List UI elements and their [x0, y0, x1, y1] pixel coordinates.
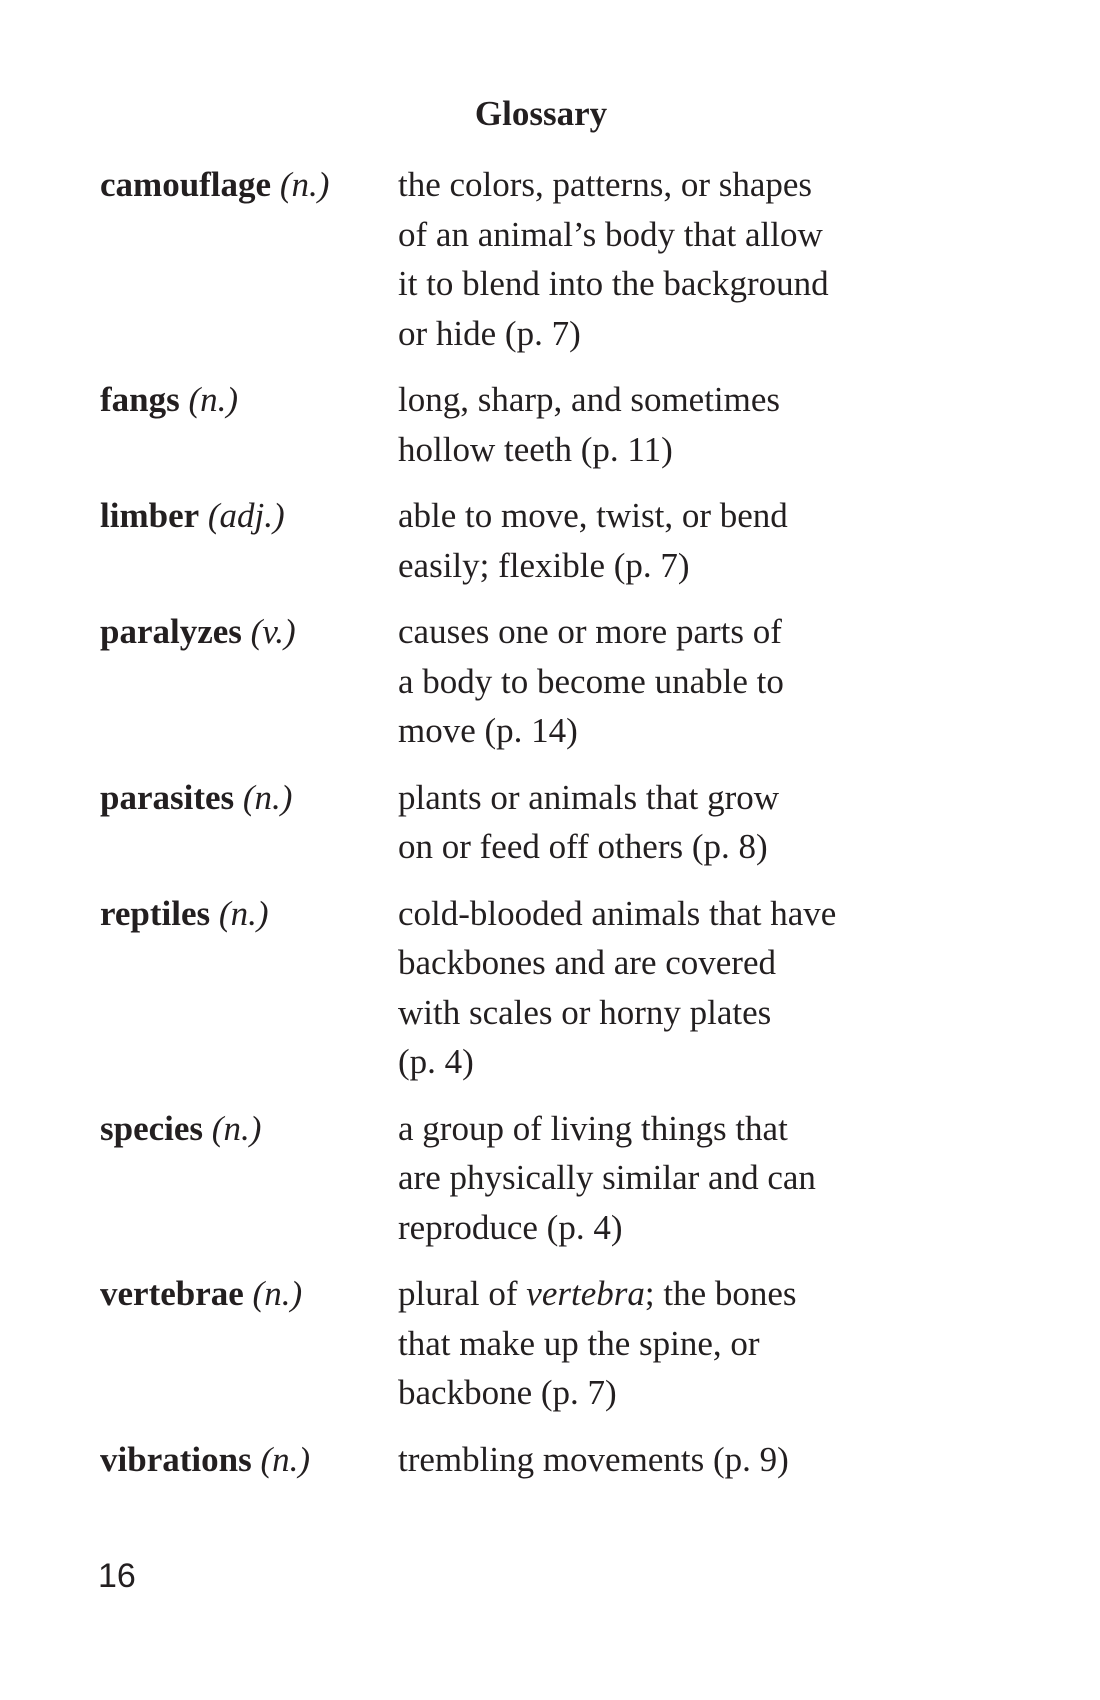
entry-definition: cold-blooded animals that have backbones… [398, 889, 898, 1087]
part-of-speech: (v.) [250, 612, 296, 651]
glossary-list: camouflage (n.) the colors, patterns, or… [100, 160, 1020, 1502]
page-number: 16 [98, 1557, 136, 1595]
part-of-speech: (n.) [242, 777, 293, 817]
definition-line: (p. 4) [398, 1042, 474, 1081]
definition-line: a body to become unable to [398, 661, 784, 701]
entry-definition: causes one or more parts of a body to be… [398, 607, 898, 756]
entry-definition: able to move, twist, or bend easily; fle… [398, 491, 898, 590]
entry-term: reptiles (n.) [100, 889, 398, 939]
definition-line: long, sharp, and sometimes [398, 380, 781, 419]
term-word: reptiles [100, 893, 211, 933]
entry-term: camouflage (n.) [100, 160, 398, 210]
definition-line: a group of living things that [398, 1108, 788, 1148]
part-of-speech: (n.) [211, 1108, 262, 1148]
part-of-speech: (n.) [188, 380, 239, 419]
page-title: Glossary [0, 92, 1100, 136]
part-of-speech: (n.) [260, 1439, 311, 1479]
glossary-entry-parasites: parasites (n.) plants or animals that gr… [100, 773, 1020, 872]
part-of-speech: (n.) [252, 1274, 303, 1313]
definition-line: plants or animals that grow [398, 777, 780, 817]
entry-definition: long, sharp, and sometimes hollow teeth … [398, 375, 898, 474]
term-word: species [100, 1108, 204, 1148]
definition-line: backbones and are covered [398, 943, 776, 982]
definition-line: with scales or horny plates [398, 992, 772, 1032]
definition-text: ; the bones [644, 1274, 797, 1313]
entry-term: paralyzes (v.) [100, 607, 398, 657]
term-word: vibrations [100, 1439, 252, 1479]
definition-line: move (p. 14) [398, 711, 578, 750]
definition-text: plural of [398, 1274, 527, 1313]
part-of-speech: (n.) [218, 893, 269, 933]
entry-term: vibrations (n.) [100, 1435, 398, 1485]
entry-term: parasites (n.) [100, 773, 398, 823]
term-word: limber [100, 496, 200, 535]
entry-definition: plural of vertebra; the bones that make … [398, 1269, 898, 1418]
term-word: fangs [100, 380, 180, 419]
glossary-entry-vertebrae: vertebrae (n.) plural of vertebra; the b… [100, 1269, 1020, 1418]
entry-term: fangs (n.) [100, 375, 398, 425]
glossary-entry-vibrations: vibrations (n.) trembling movements (p. … [100, 1435, 1020, 1485]
definition-line: reproduce (p. 4) [398, 1207, 623, 1247]
definition-line: hollow teeth (p. 11) [398, 429, 673, 469]
definition-line: the colors, patterns, or shapes [398, 165, 813, 204]
glossary-entry-paralyzes: paralyzes (v.) causes one or more parts … [100, 607, 1020, 756]
definition-line: easily; flexible (p. 7) [398, 545, 690, 585]
term-word: parasites [100, 777, 235, 817]
term-word: paralyzes [100, 612, 242, 651]
entry-term: species (n.) [100, 1104, 398, 1154]
definition-line: causes one or more parts of [398, 612, 782, 651]
definition-line: or hide (p. 7) [398, 313, 581, 353]
definition-line: it to blend into the background [398, 264, 829, 303]
definition-line: cold-blooded animals that have [398, 893, 837, 933]
definition-line: on or feed off others (p. 8) [398, 827, 768, 866]
part-of-speech: (n.) [279, 165, 330, 204]
entry-definition: plants or animals that grow on or feed o… [398, 773, 898, 872]
glossary-entry-species: species (n.) a group of living things th… [100, 1104, 1020, 1253]
definition-line: of an animal’s body that allow [398, 214, 823, 254]
glossary-entry-reptiles: reptiles (n.) cold-blooded animals that … [100, 889, 1020, 1087]
definition-line: are physically similar and can [398, 1158, 816, 1197]
definition-line: trembling movements (p. 9) [398, 1439, 789, 1479]
definition-line: able to move, twist, or bend [398, 496, 788, 535]
part-of-speech: (adj.) [207, 496, 285, 535]
entry-definition: trembling movements (p. 9) [398, 1435, 898, 1485]
entry-definition: a group of living things that are physic… [398, 1104, 898, 1253]
glossary-entry-camouflage: camouflage (n.) the colors, patterns, or… [100, 160, 1020, 358]
definition-italic-word: vertebra [526, 1274, 645, 1313]
definition-line: backbone (p. 7) [398, 1373, 617, 1412]
glossary-entry-fangs: fangs (n.) long, sharp, and sometimes ho… [100, 375, 1020, 474]
entry-definition: the colors, patterns, or shapes of an an… [398, 160, 898, 358]
entry-term: limber (adj.) [100, 491, 398, 541]
page-title-text: Glossary [474, 94, 608, 133]
term-word: camouflage [100, 165, 272, 204]
glossary-entry-limber: limber (adj.) able to move, twist, or be… [100, 491, 1020, 590]
definition-line: that make up the spine, or [398, 1323, 760, 1363]
term-word: vertebrae [100, 1274, 244, 1313]
entry-term: vertebrae (n.) [100, 1269, 398, 1319]
definition-line: plural of vertebra; the bones [398, 1269, 898, 1319]
